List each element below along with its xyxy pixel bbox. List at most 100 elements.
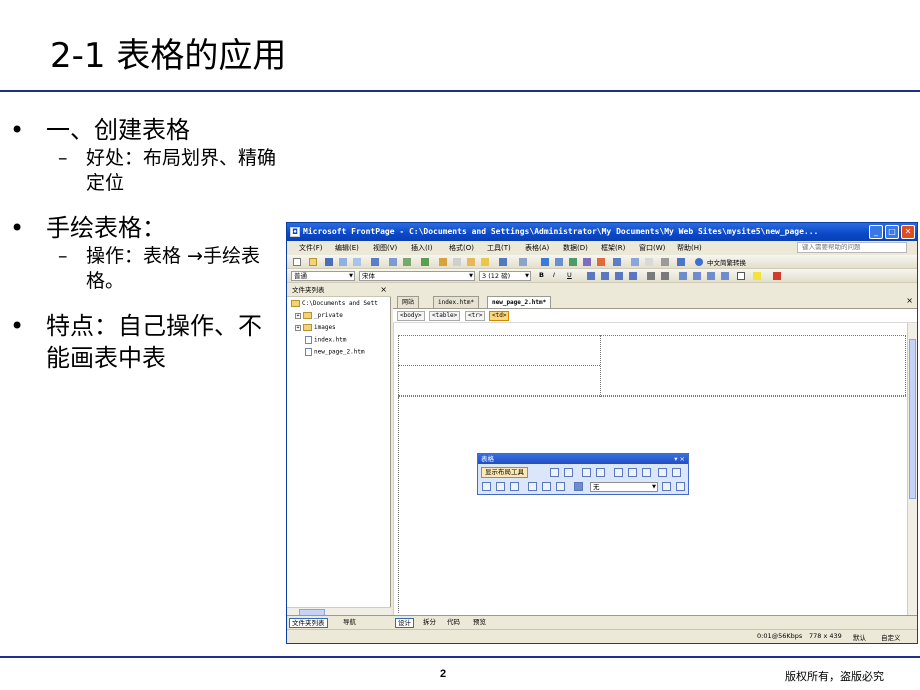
hyperlink-icon[interactable]	[613, 258, 621, 266]
spelling-icon[interactable]	[421, 258, 429, 266]
status-mode-custom[interactable]: 自定义	[881, 632, 901, 642]
numbering-icon[interactable]	[679, 272, 687, 280]
table-properties-icon[interactable]	[676, 482, 685, 491]
show-all-icon[interactable]	[661, 258, 669, 266]
font-select[interactable]: 宋体 ▼	[359, 271, 475, 281]
eraser-icon[interactable]	[564, 468, 573, 477]
view-preview-button[interactable]: 预览	[471, 618, 488, 628]
minimize-button[interactable]: _	[869, 225, 883, 239]
merge-cells-icon[interactable]	[628, 468, 637, 477]
insert-layer-icon[interactable]	[569, 258, 577, 266]
style-select[interactable]: 普通 ▼	[291, 271, 355, 281]
font-color-icon[interactable]	[773, 272, 781, 280]
align-right-icon[interactable]	[615, 272, 623, 280]
menu-file[interactable]: 文件(F)	[299, 243, 323, 253]
table-toolbar-close-icon[interactable]: ▾ ×	[674, 454, 685, 464]
fill-right-icon[interactable]	[556, 482, 565, 491]
menu-tools[interactable]: 工具(T)	[487, 243, 511, 253]
tab-index[interactable]: index.htm*	[433, 296, 480, 308]
menu-frames[interactable]: 框架(R)	[601, 243, 625, 253]
save-icon[interactable]	[325, 258, 333, 266]
menu-edit[interactable]: 编辑(E)	[335, 243, 359, 253]
search-icon[interactable]	[339, 258, 347, 266]
autoformat-icon[interactable]	[662, 482, 671, 491]
menu-help[interactable]: 帮助(H)	[677, 243, 702, 253]
decrease-font-icon[interactable]	[661, 272, 669, 280]
tree-item-new-page[interactable]: new_page_2.htm	[305, 348, 365, 356]
align-left-icon[interactable]	[587, 272, 595, 280]
stop-icon[interactable]	[645, 258, 653, 266]
distribute-rows-icon[interactable]	[658, 468, 667, 477]
highlight-icon[interactable]	[753, 272, 761, 280]
align-center-icon[interactable]	[601, 272, 609, 280]
underline-button[interactable]: U	[567, 271, 572, 279]
undo-icon[interactable]	[499, 258, 507, 266]
publish-icon[interactable]	[353, 258, 361, 266]
menu-window[interactable]: 窗口(W)	[639, 243, 665, 253]
fill-down-icon[interactable]	[542, 482, 551, 491]
status-mode-default[interactable]: 默认	[853, 632, 866, 642]
tag-body[interactable]: <body>	[397, 311, 425, 321]
bold-button[interactable]: B	[539, 271, 544, 279]
insert-picture-icon[interactable]	[583, 258, 591, 266]
help-search-input[interactable]: 键入需要帮助的问题	[797, 242, 907, 253]
navigation-tab[interactable]: 导航	[341, 618, 358, 628]
redo-icon[interactable]	[519, 258, 527, 266]
scroll-thumb[interactable]	[909, 339, 916, 499]
increase-indent-icon[interactable]	[721, 272, 729, 280]
new-page-icon[interactable]	[293, 258, 301, 266]
drawing-icon[interactable]	[597, 258, 605, 266]
insert-columns-icon[interactable]	[596, 468, 605, 477]
delete-cells-icon[interactable]	[614, 468, 623, 477]
menu-format[interactable]: 格式(O)	[449, 243, 474, 253]
insert-rows-icon[interactable]	[582, 468, 591, 477]
table-autoformat-select[interactable]: 无 ▼	[590, 482, 658, 492]
tree-root[interactable]: C:\Documents and Sett	[291, 300, 378, 307]
page-dimensions[interactable]: 778 x 439	[809, 632, 842, 640]
align-top-icon[interactable]	[482, 482, 491, 491]
tag-table[interactable]: <table>	[429, 311, 461, 321]
borders-icon[interactable]	[737, 272, 745, 280]
split-cells-icon[interactable]	[642, 468, 651, 477]
tab-new-page[interactable]: new_page_2.htm*	[487, 296, 552, 308]
autofit-icon[interactable]	[528, 482, 537, 491]
format-painter-icon[interactable]	[481, 258, 489, 266]
increase-font-icon[interactable]	[647, 272, 655, 280]
menu-view[interactable]: 视图(V)	[373, 243, 397, 253]
menu-insert[interactable]: 插入(I)	[411, 243, 433, 253]
view-design-button[interactable]: 设计	[395, 618, 414, 628]
toggle-pane-icon[interactable]	[371, 258, 379, 266]
draw-table-icon[interactable]	[550, 468, 559, 477]
center-vertical-icon[interactable]	[496, 482, 505, 491]
tag-tr[interactable]: <tr>	[465, 311, 486, 321]
align-bottom-icon[interactable]	[510, 482, 519, 491]
tab-website[interactable]: 网站	[397, 296, 420, 308]
folder-pane-close-icon[interactable]: ×	[380, 283, 387, 297]
distribute-columns-icon[interactable]	[672, 468, 681, 477]
chinese-convert-button[interactable]: 中文简繁转换	[707, 257, 746, 267]
justify-icon[interactable]	[629, 272, 637, 280]
refresh-icon[interactable]	[631, 258, 639, 266]
canvas-vscroll[interactable]	[907, 323, 917, 615]
table-toolbar-header[interactable]: 表格 ▾ ×	[478, 454, 688, 464]
help-icon[interactable]	[677, 258, 685, 266]
tree-item-images[interactable]: + images	[295, 324, 336, 331]
tree-item-private[interactable]: + _private	[295, 312, 343, 319]
drawn-table[interactable]	[398, 335, 906, 397]
cut-icon[interactable]	[439, 258, 447, 266]
expand-icon[interactable]: +	[295, 312, 301, 319]
italic-button[interactable]: I	[553, 271, 555, 279]
tag-td[interactable]: <td>	[489, 311, 510, 321]
table-row-divider[interactable]	[398, 365, 600, 366]
menu-data[interactable]: 数据(D)	[563, 243, 588, 253]
document-close-icon[interactable]: ×	[906, 296, 913, 305]
web-component-icon[interactable]	[541, 258, 549, 266]
copy-icon[interactable]	[453, 258, 461, 266]
paste-icon[interactable]	[467, 258, 475, 266]
bullets-icon[interactable]	[693, 272, 701, 280]
open-folder-icon[interactable]	[309, 258, 317, 266]
view-split-button[interactable]: 拆分	[421, 618, 438, 628]
table-column-divider[interactable]	[600, 335, 601, 397]
window-titlebar[interactable]: ◘ Microsoft FrontPage - C:\Documents and…	[287, 223, 917, 241]
maximize-button[interactable]: □	[885, 225, 899, 239]
